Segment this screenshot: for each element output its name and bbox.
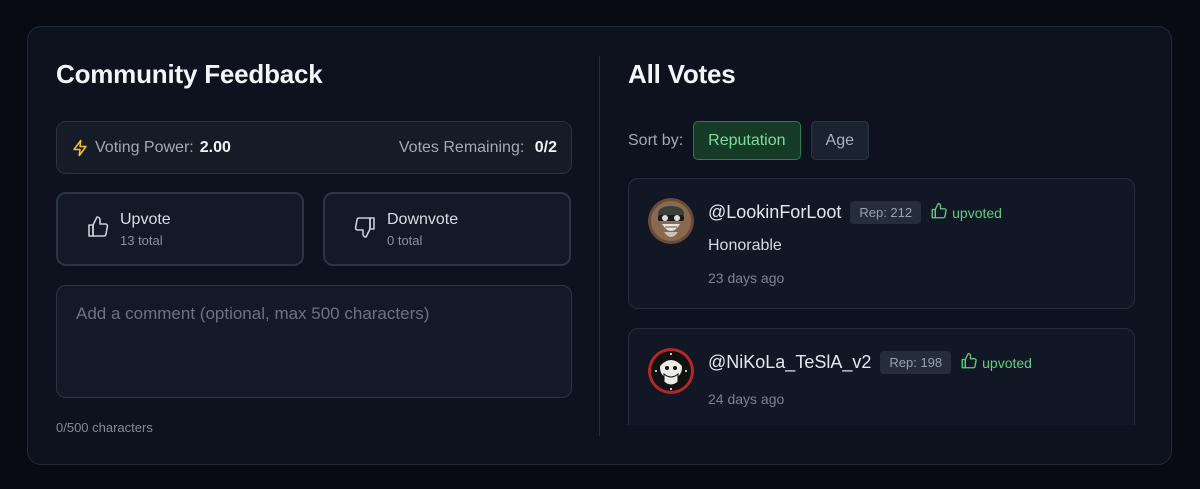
upvote-button[interactable]: Upvote 13 total: [56, 192, 304, 266]
char-count: 0/500 characters: [56, 420, 153, 435]
reputation-badge: Rep: 198: [880, 351, 952, 374]
upvote-count: 13 total: [120, 232, 163, 248]
feedback-card: Community Feedback Voting Power: 2.00 Vo…: [27, 26, 1172, 465]
upvote-label: Upvote: [120, 210, 171, 228]
panel-divider: [599, 56, 600, 436]
vote-time: 23 days ago: [708, 270, 785, 286]
community-feedback-panel: Community Feedback Voting Power: 2.00 Vo…: [56, 27, 572, 464]
thumbs-up-icon: [930, 202, 948, 223]
avatar: [648, 348, 694, 394]
vote-time: 24 days ago: [708, 391, 785, 407]
sort-age-button[interactable]: Age: [810, 121, 869, 160]
downvote-label: Downvote: [387, 210, 459, 228]
panel-title: All Votes: [628, 59, 736, 89]
downvote-count: 0 total: [387, 232, 423, 248]
votes-remaining-value: 0/2: [534, 138, 557, 156]
thumbs-down-icon: [353, 215, 377, 244]
voting-power-value: 2.00: [199, 138, 231, 156]
thumbs-up-icon: [960, 352, 978, 373]
list-item: @LookinForLoot Rep: 212 upvoted Honorabl…: [628, 178, 1135, 309]
panel-title: Community Feedback: [56, 59, 323, 89]
status-text: upvoted: [982, 354, 1032, 371]
sort-label: Sort by:: [628, 131, 684, 149]
vote-username[interactable]: @LookinForLoot: [708, 202, 841, 223]
status-text: upvoted: [952, 204, 1002, 221]
reputation-badge: Rep: 212: [850, 201, 922, 224]
thumbs-up-icon: [86, 215, 110, 244]
comment-input[interactable]: [56, 285, 572, 398]
status-badge: upvoted: [960, 352, 1032, 373]
lightning-icon: [71, 139, 89, 157]
downvote-button[interactable]: Downvote 0 total: [323, 192, 571, 266]
all-votes-panel: All Votes Sort by: Reputation Age @Looki…: [628, 27, 1136, 464]
vote-comment: Honorable: [708, 237, 782, 254]
votes-list[interactable]: @LookinForLoot Rep: 212 upvoted Honorabl…: [628, 178, 1135, 425]
sort-reputation-button[interactable]: Reputation: [693, 121, 801, 160]
status-badge: upvoted: [930, 202, 1002, 223]
sort-controls: Sort by: Reputation Age: [628, 121, 869, 160]
vote-username[interactable]: @NiKoLa_TeSlA_v2: [708, 352, 871, 373]
voting-power-bar: Voting Power: 2.00 Votes Remaining: 0/2: [56, 121, 572, 174]
voting-power-label: Voting Power:: [95, 138, 194, 156]
avatar: [648, 198, 694, 244]
list-item: @NiKoLa_TeSlA_v2 Rep: 198 upvoted 24 day…: [628, 328, 1135, 425]
votes-remaining-label: Votes Remaining:: [398, 138, 525, 156]
